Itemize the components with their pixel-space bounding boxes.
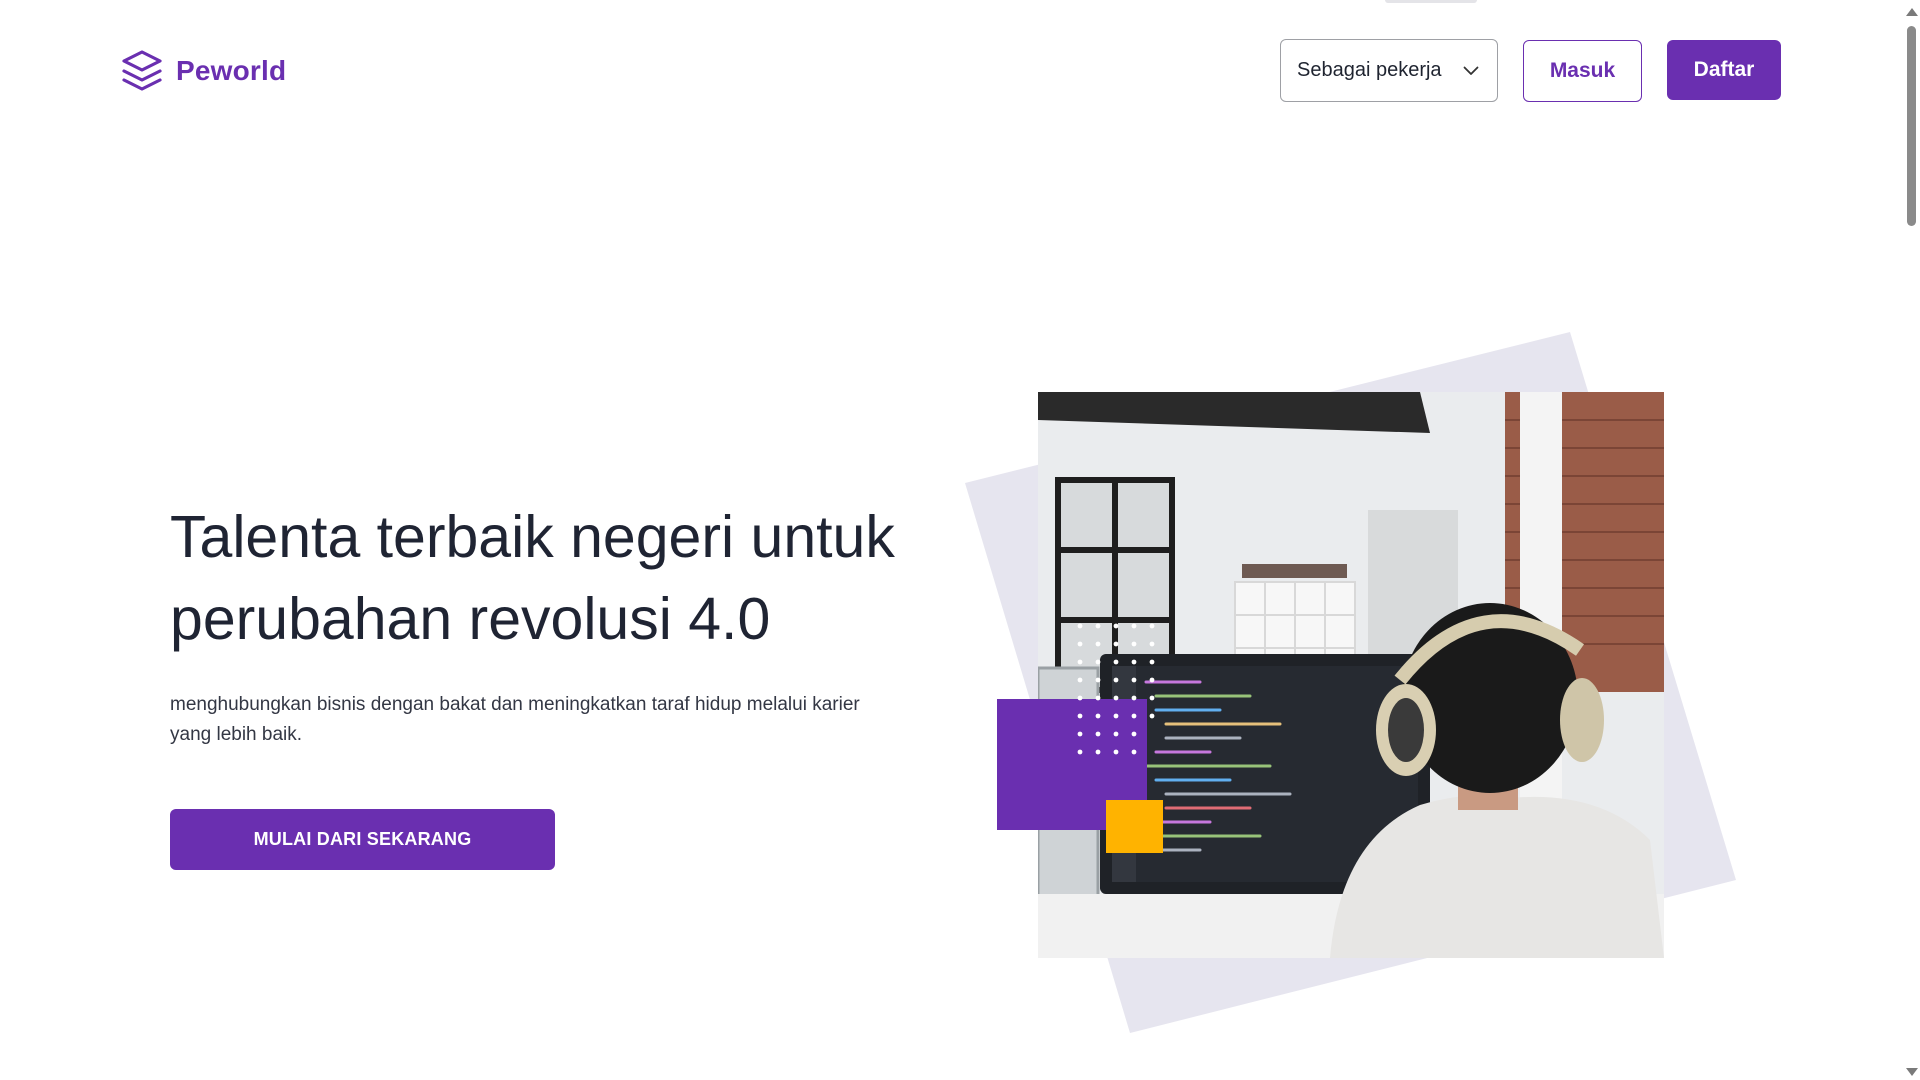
start-now-button[interactable]: MULAI DARI SEKARANG — [170, 809, 555, 870]
layers-icon — [122, 50, 162, 91]
top-notch — [1385, 0, 1477, 3]
hero-photo — [1038, 392, 1664, 958]
hero-description-line: yang lebih baik. — [170, 724, 303, 745]
role-select-value: Sebagai pekerja — [1297, 59, 1442, 81]
login-button[interactable]: Masuk — [1523, 40, 1642, 102]
scroll-thumb[interactable] — [1907, 26, 1916, 226]
hero-description-line: menghubungkan bisnis dengan bakat dan me… — [170, 694, 860, 715]
logo-text: Peworld — [176, 55, 287, 86]
landing-page: Peworld Sebagai pekerja Masuk Daftar Tal… — [0, 0, 1920, 1080]
hero-description: menghubungkan bisnis dengan bakat dan me… — [170, 690, 930, 750]
scroll-up-icon[interactable] — [1906, 8, 1918, 16]
scroll-down-icon[interactable] — [1906, 1068, 1918, 1076]
scrollbar[interactable] — [1903, 0, 1920, 1080]
yellow-block — [1106, 800, 1163, 853]
hero-title: Talenta terbaik negeri untuk perubahan r… — [170, 496, 970, 660]
register-button[interactable]: Daftar — [1667, 40, 1781, 100]
hero-illustration — [965, 332, 1736, 1033]
hero-title-line: Talenta terbaik negeri untuk — [170, 504, 895, 570]
chevron-down-icon — [1463, 66, 1479, 75]
role-select[interactable]: Sebagai pekerja — [1280, 39, 1498, 102]
hero-title-line: perubahan revolusi 4.0 — [170, 586, 771, 652]
logo[interactable]: Peworld — [120, 49, 286, 93]
